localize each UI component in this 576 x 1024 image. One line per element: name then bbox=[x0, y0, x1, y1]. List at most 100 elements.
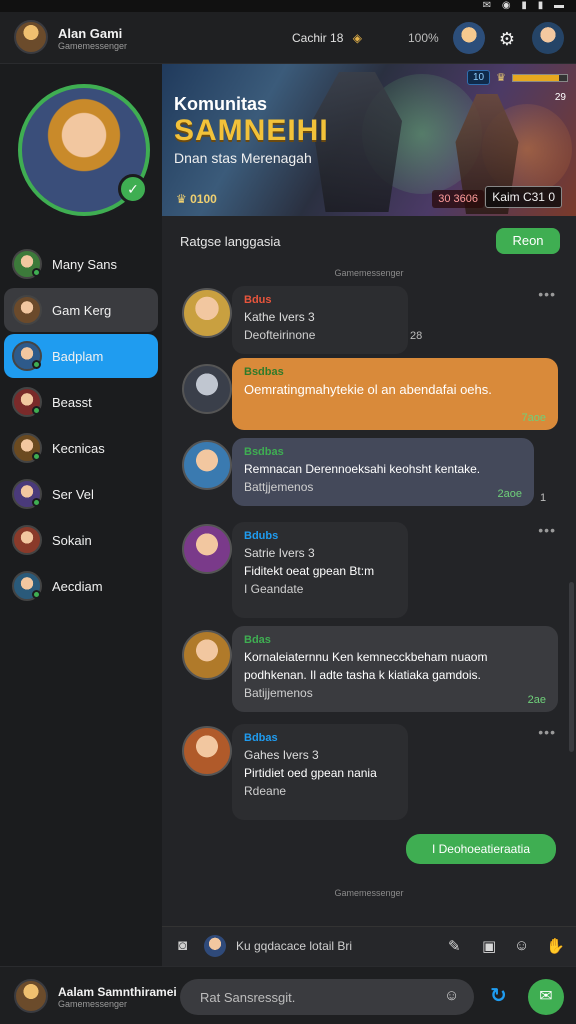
sidebar-item[interactable]: Sokain bbox=[4, 518, 158, 562]
user-avatar[interactable] bbox=[14, 20, 48, 54]
sidebar-item[interactable]: Ser Vel bbox=[4, 472, 158, 516]
sidebar-item-label: Beasst bbox=[52, 394, 92, 410]
message-author: Bdubs bbox=[244, 530, 279, 542]
sidebar-item-label: Badplam bbox=[52, 348, 104, 364]
message-subtext: Deofteirinone bbox=[244, 328, 316, 342]
message-bubble: Bsdbas Oemratingmahytekie ol an abendafa… bbox=[232, 358, 558, 430]
message-text: podhkenan. Il adte tasha k kiatiaka gamd… bbox=[244, 668, 481, 682]
more-options-icon[interactable]: ••• bbox=[538, 522, 556, 538]
banner-pre-title: Komunitas bbox=[174, 94, 268, 114]
message-avatar[interactable] bbox=[182, 524, 232, 574]
gesture-icon[interactable]: ✋ bbox=[546, 937, 565, 955]
send-button[interactable]: ✉ bbox=[528, 979, 564, 1015]
message-timestamp: 1 bbox=[540, 492, 547, 504]
user-avatar[interactable] bbox=[14, 979, 48, 1013]
more-options-icon[interactable]: ••• bbox=[538, 724, 556, 740]
community-avatar[interactable]: ✓ bbox=[18, 84, 150, 216]
chat-header: Ratgse langgasia Reon bbox=[162, 226, 576, 256]
cache-indicator[interactable]: Cachir 18 ◈ bbox=[292, 31, 362, 45]
chat-divider: Gamemessenger bbox=[334, 888, 404, 898]
message[interactable]: ••• Bdus Kathe Ivers 3 Deofteirinone 28 bbox=[162, 286, 576, 356]
bottom-bar: Aalam Samnthiramei Gamemessenger ☺ ↻ ✉ bbox=[0, 966, 576, 1024]
coin-icon: ♛ bbox=[176, 192, 191, 206]
message-author: Bdus bbox=[244, 294, 272, 306]
camera-icon[interactable]: ◙ bbox=[178, 937, 187, 954]
message-subtext: Batijjemenos bbox=[244, 686, 313, 700]
message-author: Bdbas bbox=[244, 732, 278, 744]
scrollbar[interactable] bbox=[569, 582, 574, 752]
message-author: Bsdbas bbox=[244, 366, 284, 378]
online-indicator bbox=[32, 590, 41, 599]
emoji-icon[interactable]: ☺ bbox=[444, 987, 459, 1004]
message[interactable]: ••• Bdbas Gahes Ivers 3 Pirtidiet oed gp… bbox=[162, 724, 576, 820]
message-bubble: Bdus Kathe Ivers 3 Deofteirinone bbox=[232, 286, 408, 354]
sidebar-item-label: Aecdiam bbox=[52, 578, 103, 594]
user-subtitle: Gamemessenger bbox=[58, 999, 128, 1009]
outgoing-message[interactable]: I Deohoeatieraatia bbox=[406, 834, 556, 864]
sticker-icon[interactable]: ▣ bbox=[482, 937, 496, 955]
sidebar-item[interactable]: Kecnicas bbox=[4, 426, 158, 470]
hud-chip: 10 bbox=[467, 70, 491, 85]
sidebar-item[interactable]: Beasst bbox=[4, 380, 158, 424]
gear-icon[interactable]: ⚙ bbox=[496, 28, 518, 50]
sidebar-avatar bbox=[12, 295, 42, 325]
community-banner: Komunitas SAMNEIHI Dnan stas Merenagah 1… bbox=[162, 64, 576, 216]
message-avatar[interactable] bbox=[182, 726, 232, 776]
sidebar-item-label: Sokain bbox=[52, 532, 92, 548]
chat-panel: Ratgse langgasia Reon Gamemessenger ••• … bbox=[162, 216, 576, 926]
attach-icon[interactable]: ✎ bbox=[448, 937, 461, 955]
message-subtext: Battjjemenos bbox=[244, 480, 314, 494]
message[interactable]: 2ae3 Bdas Kornaleiaternnu Ken kemnecckbe… bbox=[162, 626, 576, 712]
message-avatar[interactable] bbox=[182, 440, 232, 490]
message-time: 7aoe bbox=[521, 412, 546, 424]
sidebar-item[interactable]: Gam Kerg bbox=[4, 288, 158, 332]
message-author: Bsdbas bbox=[244, 446, 284, 458]
sidebar-item-label: Gam Kerg bbox=[52, 302, 112, 318]
join-button[interactable]: Reon bbox=[496, 228, 560, 254]
profile-avatar[interactable] bbox=[532, 22, 564, 54]
chat-title: Ratgse langgasia bbox=[180, 234, 281, 249]
hud-progress-fill bbox=[513, 74, 559, 81]
chat-divider: Gamemessenger bbox=[334, 268, 404, 278]
message[interactable]: Bsdbas Oemratingmahytekie ol an abendafa… bbox=[162, 358, 576, 432]
message-avatar[interactable] bbox=[182, 288, 232, 338]
sidebar-item-label: Ser Vel bbox=[52, 486, 94, 502]
percent-indicator: 100% bbox=[408, 31, 439, 45]
message[interactable]: Bsdbas Remnacan Derennoeksahi keohsht ke… bbox=[162, 438, 576, 510]
banner-tag[interactable]: 30 3606 bbox=[432, 190, 484, 208]
sidebar-item-active[interactable]: Badplam bbox=[4, 334, 158, 378]
message-subtext: Rdeane bbox=[244, 784, 287, 798]
verified-check-icon: ✓ bbox=[118, 174, 148, 204]
banner-tag[interactable]: Kaim C31 0 bbox=[485, 186, 562, 208]
user-name: Alan Gami bbox=[58, 26, 123, 41]
sidebar-item[interactable]: Aecdiam bbox=[4, 564, 158, 608]
hud-level: 29 bbox=[554, 92, 566, 103]
cache-value: 18 bbox=[330, 31, 344, 45]
message-bubble: Bdubs Satrie Ivers 3 Fiditekt oeat gpean… bbox=[232, 522, 408, 618]
composer-draft[interactable]: Ku gqdacace lotail Bri bbox=[236, 939, 352, 953]
message-input[interactable] bbox=[180, 979, 474, 1015]
message-text: Kathe Ivers 3 bbox=[244, 310, 315, 324]
banner-coins: ♛ 0100 bbox=[176, 192, 217, 206]
composer-bar: ◙ Ku gqdacace lotail Bri ✎ ▣ ☺ ✋ bbox=[162, 926, 576, 966]
status-icons: ✉ ◉ ▮ ▮ ▬ bbox=[482, 0, 568, 11]
online-indicator bbox=[32, 360, 41, 369]
trophy-icon: ♛ bbox=[496, 72, 506, 84]
message-avatar[interactable] bbox=[182, 364, 232, 414]
message-author: Bdas bbox=[244, 634, 271, 646]
message-avatar[interactable] bbox=[182, 630, 232, 680]
banner-hud: 10 ♛ bbox=[467, 70, 568, 85]
emoji-icon[interactable]: ☺ bbox=[514, 937, 529, 954]
message[interactable]: ••• Bdubs Satrie Ivers 3 Fiditekt oeat g… bbox=[162, 522, 576, 618]
more-options-icon[interactable]: ••• bbox=[538, 286, 556, 302]
top-bar: Alan Gami Gamemessenger Cachir 18 ◈ 100%… bbox=[0, 12, 576, 64]
user-subtitle: Gamemessenger bbox=[58, 41, 128, 51]
outgoing-message-text: I Deohoeatieraatia bbox=[431, 842, 531, 856]
friend-avatar[interactable] bbox=[453, 22, 485, 54]
send-icon: ✉ bbox=[539, 988, 553, 1005]
message-timestamp: 28 bbox=[410, 330, 423, 342]
refresh-icon[interactable]: ↻ bbox=[490, 983, 507, 1008]
coin-count: 0100 bbox=[190, 192, 217, 206]
sidebar-item[interactable]: Many Sans bbox=[4, 242, 158, 286]
message-time: 2aoe bbox=[497, 488, 522, 500]
